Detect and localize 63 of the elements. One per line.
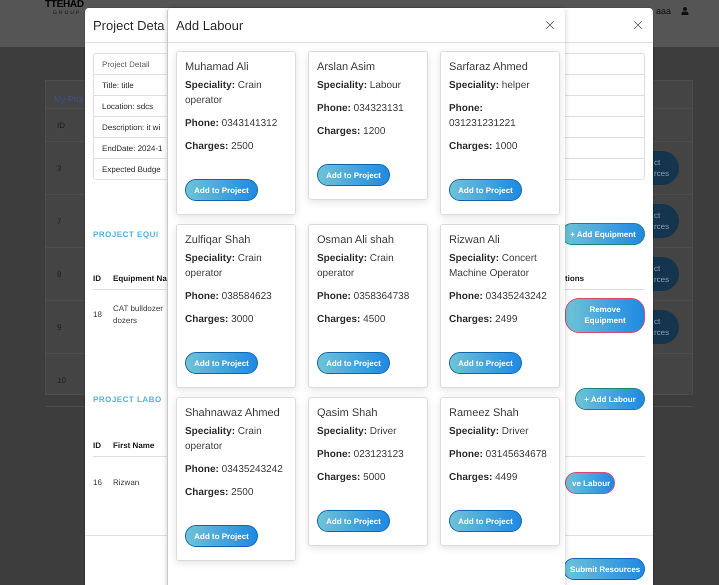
table-cell: Rizwan [113,477,140,489]
charges-text: Charges: 1000 [449,140,518,154]
charges-text: Charges: 3000 [185,313,254,327]
add-to-project-button[interactable]: Add to Project [185,525,258,547]
add-to-project-button[interactable]: Add to Project [317,164,390,186]
labour-name: Sarfaraz Ahmed [449,60,529,74]
labour-name: Shahnawaz Ahmed [185,406,281,420]
add-labour-button[interactable]: + Add Labour [575,388,645,410]
card-title: My Proj [54,94,83,104]
detail-item: Location: sdcs [102,102,154,110]
speciality-text: Speciality: helper [449,79,531,93]
add-to-project-button[interactable]: Add to Project [449,179,522,201]
phone-text: Phone: 031231231221 [449,102,517,131]
user-icon[interactable] [681,7,689,15]
phone-text: Phone: 0343141312 [185,117,278,131]
user-name[interactable]: aaa [656,6,671,16]
labour-name: Osman Ali shah [317,233,396,247]
add-to-project-button[interactable]: Add to Project [449,510,522,532]
add-to-project-button[interactable]: Add to Project [317,510,390,532]
add-to-project-button[interactable]: Add to Project [185,352,258,374]
labour-name: Qasim Shah [317,406,379,420]
labour-name: Zulfiqar Shah [185,233,252,247]
phone-text: Phone: 03435243242 [449,290,548,304]
charges-text: Charges: 2500 [185,486,254,500]
remove-equipment-button[interactable]: Remove Equipment [565,298,645,332]
detail-item: Project Detail [102,60,150,68]
table-cell-text: CAT bulldozer dozers [113,303,164,327]
section-heading: PROJECT EQUI [93,230,159,238]
detail-item: Title: title [102,80,134,90]
phone-text: Phone: 0358364738 [317,290,410,304]
close-icon[interactable] [631,18,645,32]
section-heading: PROJECT LABO [93,394,162,404]
phone-text: Phone: 038584623 [185,290,273,304]
table-cell: 16 [93,477,102,489]
phone-text: Phone: 03435243242 [185,463,284,477]
table-cell: 18 [93,309,102,321]
charges-text: Charges: 4499 [449,471,518,485]
charges-text: Charges: 4500 [317,313,386,327]
logo: TTEHAD [45,0,84,10]
dialog-title: Add Labour [176,18,244,32]
add-to-project-button[interactable]: Add to Project [185,179,258,201]
charges-text: Charges: 5000 [317,471,386,485]
speciality-text: Speciality: Labour [317,79,402,93]
charges-text: Charges: 1200 [317,125,386,139]
charges-text: Charges: 2500 [185,140,254,154]
labour-name: Muhamad Ali [185,60,250,74]
speciality-text: Speciality: Crain operator [185,79,263,108]
submit-resources-button[interactable]: Submit Resources [563,558,645,580]
add-to-project-button[interactable]: Add to Project [317,352,390,374]
labour-name: Rizwan Ali [449,233,501,247]
remove-labour-button[interactable]: ve Labour [565,472,615,494]
phone-text: Phone: 034323131 [317,102,405,116]
dialog-title: Project Deta [93,18,165,32]
detail-item: Description: it wi [102,122,160,132]
detail-item: Expected Budge [102,164,161,174]
labour-name: Arslan Asim [317,60,376,74]
column-header: ID [93,267,113,290]
labour-name: Rameez Shah [449,406,520,420]
charges-text: Charges: 2499 [449,313,518,327]
close-icon[interactable] [543,18,557,32]
detail-item: EndDate: 2024-1 [102,144,162,152]
column-header: ID [93,434,113,457]
add-to-project-button[interactable]: Add to Project [449,352,522,374]
